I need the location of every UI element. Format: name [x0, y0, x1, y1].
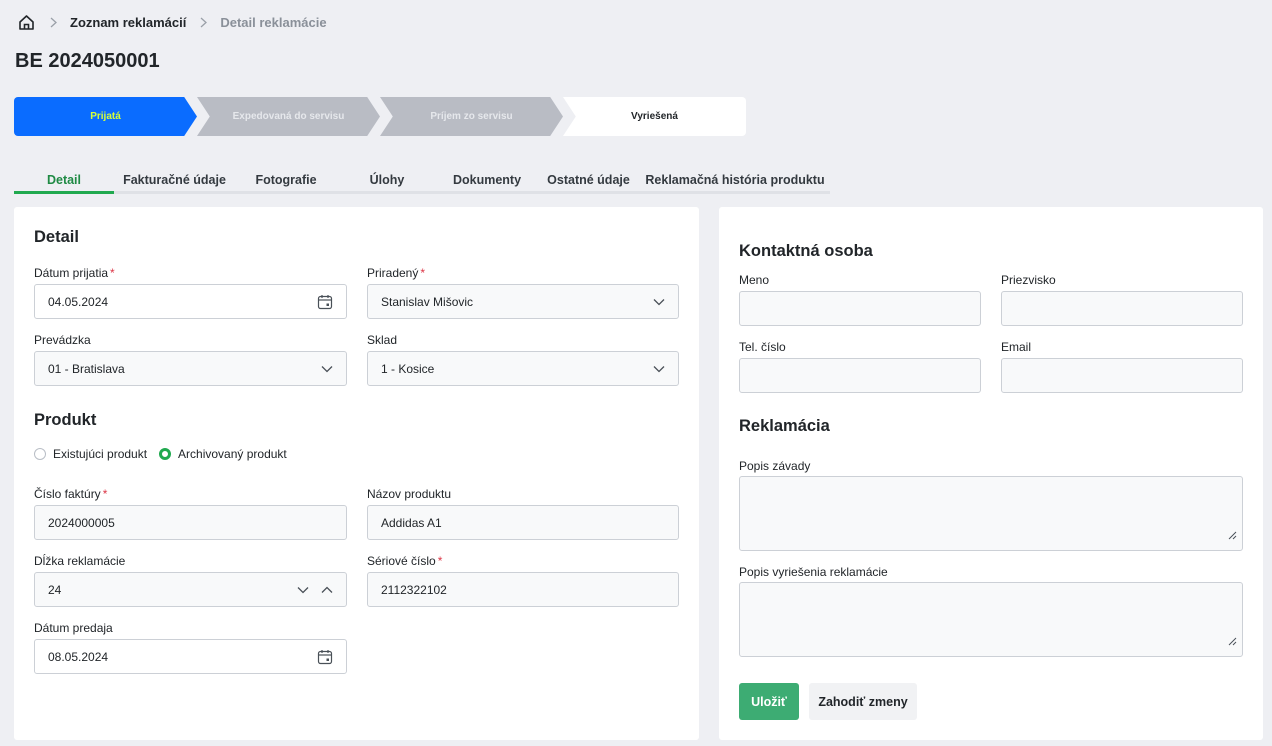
discard-changes-button[interactable]: Zahodiť zmeny — [809, 683, 917, 720]
product-name-label: Názov produktu — [367, 487, 452, 501]
chevron-right-icon — [48, 17, 58, 28]
step-received: Prijatá — [14, 97, 197, 136]
radio-existing-product[interactable] — [34, 448, 46, 460]
contact-section-title: Kontaktná osoba — [739, 242, 873, 260]
radio-archived-product[interactable] — [159, 448, 172, 460]
breadcrumb-item-claims-list[interactable]: Zoznam reklamácií — [70, 15, 186, 30]
tab-claim-history[interactable]: Reklamačná história produktu — [640, 168, 830, 194]
assigned-label: Priradený * — [367, 266, 426, 280]
last-name-label: Priezvisko — [1001, 273, 1056, 287]
phone-input[interactable] — [739, 358, 981, 393]
warehouse-value: 1 - Kosice — [381, 361, 435, 376]
tab-billing[interactable]: Fakturačné údaje — [114, 168, 235, 194]
date-received-input[interactable]: 04.05.2024 — [34, 284, 347, 319]
step-shipped-to-service: Expedovaná do servisu — [197, 97, 380, 136]
branch-label: Prevádzka — [34, 333, 91, 347]
tab-photos[interactable]: Fotografie — [235, 168, 337, 194]
step-resolved: Vyriešená — [563, 97, 746, 136]
phone-label: Tel. číslo — [739, 340, 786, 354]
home-icon[interactable] — [16, 12, 36, 32]
invoice-number-input[interactable]: 2024000005 — [34, 505, 347, 540]
tab-detail[interactable]: Detail — [14, 168, 114, 194]
claim-length-value: 24 — [48, 582, 62, 597]
chevron-down-icon — [653, 298, 665, 306]
tab-other-data[interactable]: Ostatné údaje — [537, 168, 640, 194]
breadcrumb-item-claim-detail: Detail reklamácie — [220, 14, 327, 30]
radio-archived-product-label[interactable]: Archivovaný produkt — [178, 447, 287, 461]
page-title: BE 2024050001 — [15, 50, 160, 72]
invoice-number-label: Číslo faktúry * — [34, 487, 108, 501]
calendar-icon[interactable] — [317, 649, 333, 665]
step-received-from-service: Príjem zo servisu — [380, 97, 563, 136]
first-name-label: Meno — [739, 273, 770, 287]
breadcrumb: Zoznam reklamácií Detail reklamácie — [16, 12, 327, 32]
resize-handle-icon[interactable] — [1228, 633, 1237, 651]
warehouse-select[interactable]: 1 - Kosice — [367, 351, 679, 386]
email-label: Email — [1001, 340, 1032, 354]
tab-tasks[interactable]: Úlohy — [337, 168, 437, 194]
claim-section-title: Reklamácia — [739, 417, 830, 435]
resolution-description-label: Popis vyriešenia reklamácie — [739, 565, 888, 579]
save-button[interactable]: Uložiť — [739, 683, 799, 720]
claim-length-label: Dĺžka reklamácie — [34, 554, 126, 568]
chevron-down-icon — [653, 365, 665, 373]
defect-description-label: Popis závady — [739, 459, 811, 473]
product-name-input[interactable]: Addidas A1 — [367, 505, 679, 540]
serial-number-input[interactable]: 2112322102 — [367, 572, 679, 607]
detail-panel: Detail Dátum prijatia * 04.05.2024 Prirad… — [14, 207, 699, 740]
chevron-right-icon — [198, 17, 208, 28]
status-stepper: Prijatá Expedovaná do servisu Príjem zo … — [14, 97, 746, 136]
assigned-value: Stanislav Mišovic — [381, 294, 474, 309]
sale-date-input[interactable]: 08.05.2024 — [34, 639, 347, 674]
invoice-number-value: 2024000005 — [48, 515, 115, 530]
first-name-input[interactable] — [739, 291, 981, 326]
tab-bar: Detail Fakturačné údaje Fotografie Úlohy… — [14, 168, 830, 194]
warehouse-label: Sklad — [367, 333, 398, 347]
radio-existing-product-label[interactable]: Existujúci produkt — [53, 447, 147, 461]
serial-number-value: 2112322102 — [381, 582, 447, 597]
product-type-radio-group: Existujúci produkt Archivovaný produkt — [34, 447, 299, 461]
sale-date-value: 08.05.2024 — [48, 649, 109, 664]
resolution-description-textarea[interactable] — [739, 582, 1243, 657]
branch-select[interactable]: 01 - Bratislava — [34, 351, 347, 386]
branch-value: 01 - Bratislava — [48, 361, 125, 376]
assigned-select[interactable]: Stanislav Mišovic — [367, 284, 679, 319]
date-received-value: 04.05.2024 — [48, 294, 109, 309]
product-section-title: Produkt — [34, 411, 97, 429]
chevron-down-icon — [321, 365, 333, 373]
last-name-input[interactable] — [1001, 291, 1243, 326]
serial-number-label: Sériové číslo * — [367, 554, 443, 568]
chevron-up-icon[interactable] — [321, 586, 333, 594]
date-received-label: Dátum prijatia * — [34, 266, 115, 280]
calendar-icon[interactable] — [317, 294, 333, 310]
chevron-down-icon[interactable] — [297, 586, 309, 594]
sale-date-label: Dátum predaja — [34, 621, 113, 635]
detail-section-title: Detail — [34, 228, 79, 246]
email-input[interactable] — [1001, 358, 1243, 393]
defect-description-textarea[interactable] — [739, 476, 1243, 551]
resize-handle-icon[interactable] — [1228, 527, 1237, 545]
product-name-value: Addidas A1 — [381, 515, 442, 530]
claim-length-stepper[interactable]: 24 — [34, 572, 347, 607]
tab-documents[interactable]: Dokumenty — [437, 168, 537, 194]
contact-claim-panel: Kontaktná osoba Meno Priezvisko Tel. čís… — [719, 207, 1263, 740]
